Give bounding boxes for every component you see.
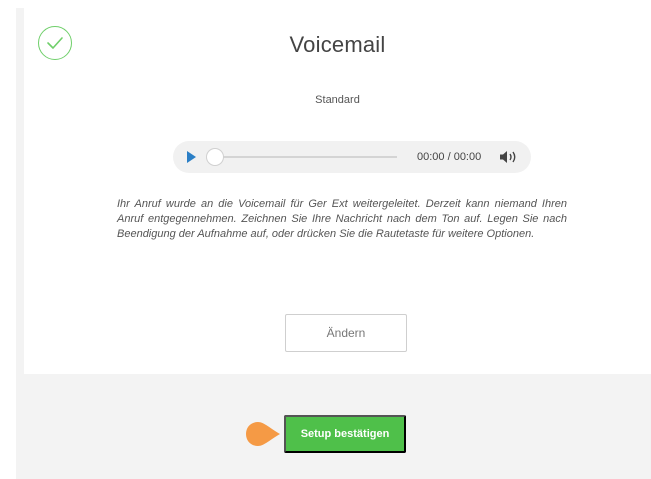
voicemail-message: Ihr Anruf wurde an die Voicemail für Ger…: [117, 198, 567, 240]
setup-page: Voicemail Standard 00:00 / 00:00 Ihr Anr…: [16, 8, 651, 479]
page-title: Voicemail: [289, 32, 386, 57]
greeting-type-label: Standard: [315, 94, 360, 106]
playback-time: 00:00 / 00:00: [417, 151, 482, 163]
audio-player: 00:00 / 00:00: [173, 141, 531, 173]
volume-icon[interactable]: [498, 149, 520, 165]
play-icon[interactable]: [187, 151, 196, 163]
pointer-pin-icon: [246, 422, 280, 446]
voicemail-card: Voicemail Standard 00:00 / 00:00 Ihr Anr…: [24, 8, 651, 374]
change-button[interactable]: Ändern: [285, 314, 407, 352]
confirm-setup-button[interactable]: Setup bestätigen: [284, 415, 406, 453]
seek-knob[interactable]: [206, 148, 224, 166]
seek-track[interactable]: [211, 156, 397, 158]
